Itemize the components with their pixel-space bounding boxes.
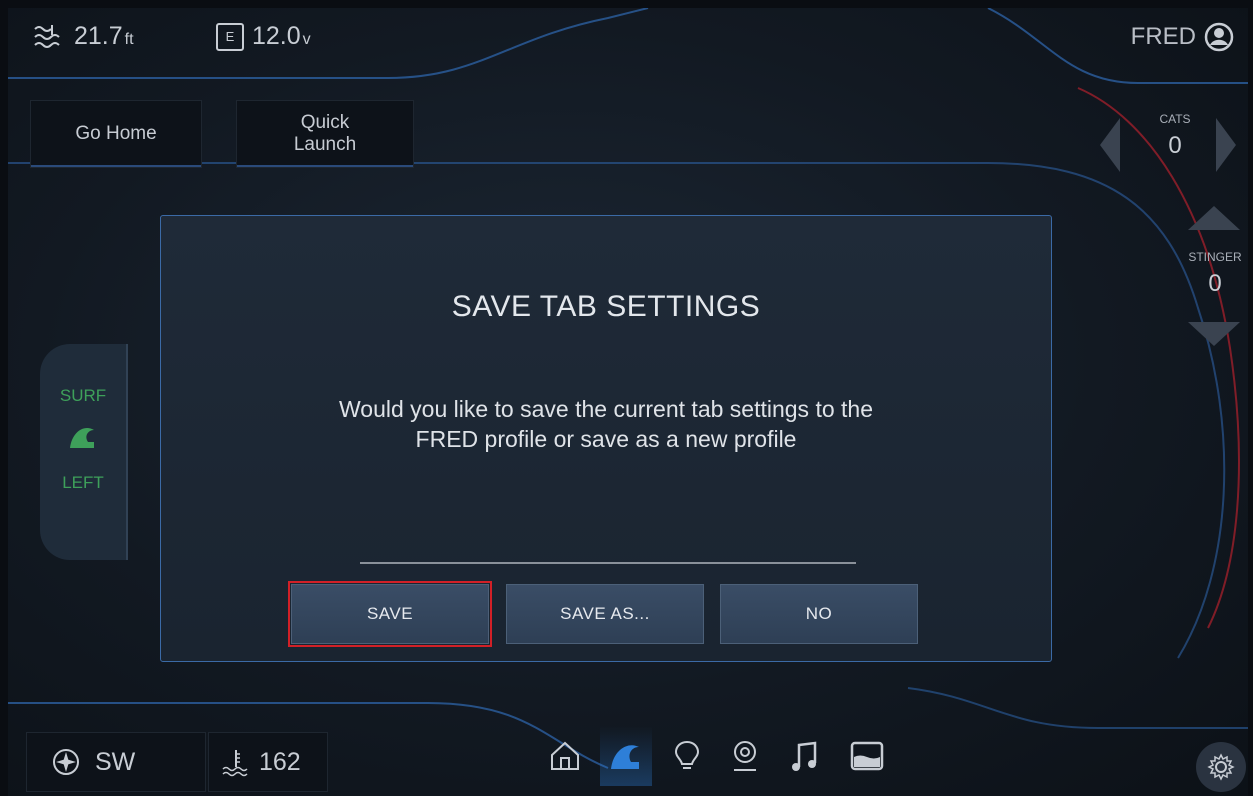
dialog-title: SAVE TAB SETTINGS — [451, 290, 761, 323]
save-button-label: SAVE — [366, 604, 414, 623]
stinger-down-arrow[interactable] — [1188, 322, 1240, 346]
music-icon — [792, 741, 817, 771]
nav-lighting[interactable] — [664, 726, 710, 786]
depth-readout: 21.7 ft — [32, 22, 134, 51]
battery-unit: v — [302, 31, 311, 48]
settings-button[interactable] — [1196, 742, 1246, 792]
quick-launch-button[interactable]: Quick Launch — [236, 100, 414, 168]
ballast-icon — [850, 741, 884, 771]
dialog-message: Would you like to save the current tab s… — [339, 396, 873, 452]
cats-label: CATS — [1159, 112, 1191, 126]
stinger-indicator: STINGER 0 — [1180, 250, 1248, 298]
dialog-divider — [360, 562, 856, 564]
location-icon — [734, 741, 756, 771]
water-temp-value: 162 — [259, 747, 301, 776]
heading-readout: SW — [26, 732, 206, 792]
battery-readout: E 12.0 v — [216, 22, 311, 51]
save-as-button[interactable]: SAVE AS... — [506, 584, 704, 644]
user-name: FRED — [1130, 23, 1196, 50]
cats-value: 0 — [1168, 132, 1182, 159]
quick-launch-label-line1: Quick — [300, 112, 350, 133]
cats-indicator: CATS 0 — [1140, 112, 1210, 160]
stinger-up-arrow[interactable] — [1188, 206, 1240, 230]
battery-value: 12.0 — [252, 22, 301, 50]
nav-wave-active[interactable] — [600, 726, 652, 786]
nav-home[interactable] — [542, 726, 588, 786]
home-icon — [551, 741, 579, 770]
go-home-button[interactable]: Go Home — [30, 100, 202, 168]
user-icon — [1204, 22, 1234, 52]
no-button[interactable]: NO — [720, 584, 918, 644]
no-button-label: NO — [805, 604, 833, 623]
surf-label: SURF — [59, 386, 107, 405]
battery-icon: E — [216, 22, 244, 51]
light-bulb-icon — [674, 740, 700, 769]
save-button[interactable]: SAVE — [288, 581, 492, 647]
depth-value: 21.7 — [74, 22, 123, 50]
nav-location[interactable] — [722, 726, 768, 786]
depth-unit: ft — [124, 31, 134, 48]
wave-icon — [611, 745, 639, 769]
battery-icon-letter: E — [225, 28, 235, 44]
water-temp-icon — [222, 750, 248, 777]
save-as-button-label: SAVE AS... — [560, 604, 650, 623]
surf-side-panel[interactable]: SURF LEFT — [40, 344, 128, 560]
nav-music[interactable] — [782, 726, 828, 786]
quick-launch-label-line2: Launch — [293, 134, 357, 155]
user-profile[interactable]: FRED — [1131, 22, 1234, 52]
surf-wave-icon — [70, 428, 94, 448]
save-tab-settings-dialog: SAVE TAB SETTINGS Would you like to save… — [160, 215, 1052, 662]
heading-value: SW — [95, 747, 136, 776]
screen: 21.7 ft E 12.0 v FRED Go Home Quick Launch… — [8, 8, 1248, 796]
stinger-value: 0 — [1208, 270, 1222, 297]
nav-ballast[interactable] — [844, 726, 890, 786]
surf-direction-label: LEFT — [62, 473, 104, 492]
depth-icon — [34, 24, 60, 48]
go-home-label: Go Home — [75, 123, 157, 144]
gear-icon — [1207, 753, 1235, 781]
water-temp-readout: 162 — [208, 732, 328, 792]
cats-left-arrow[interactable] — [1100, 118, 1120, 172]
stinger-label: STINGER — [1188, 250, 1242, 264]
status-bar: 21.7 ft E 12.0 v FRED — [8, 8, 1248, 72]
cats-right-arrow[interactable] — [1216, 118, 1236, 172]
compass-icon — [53, 749, 79, 775]
